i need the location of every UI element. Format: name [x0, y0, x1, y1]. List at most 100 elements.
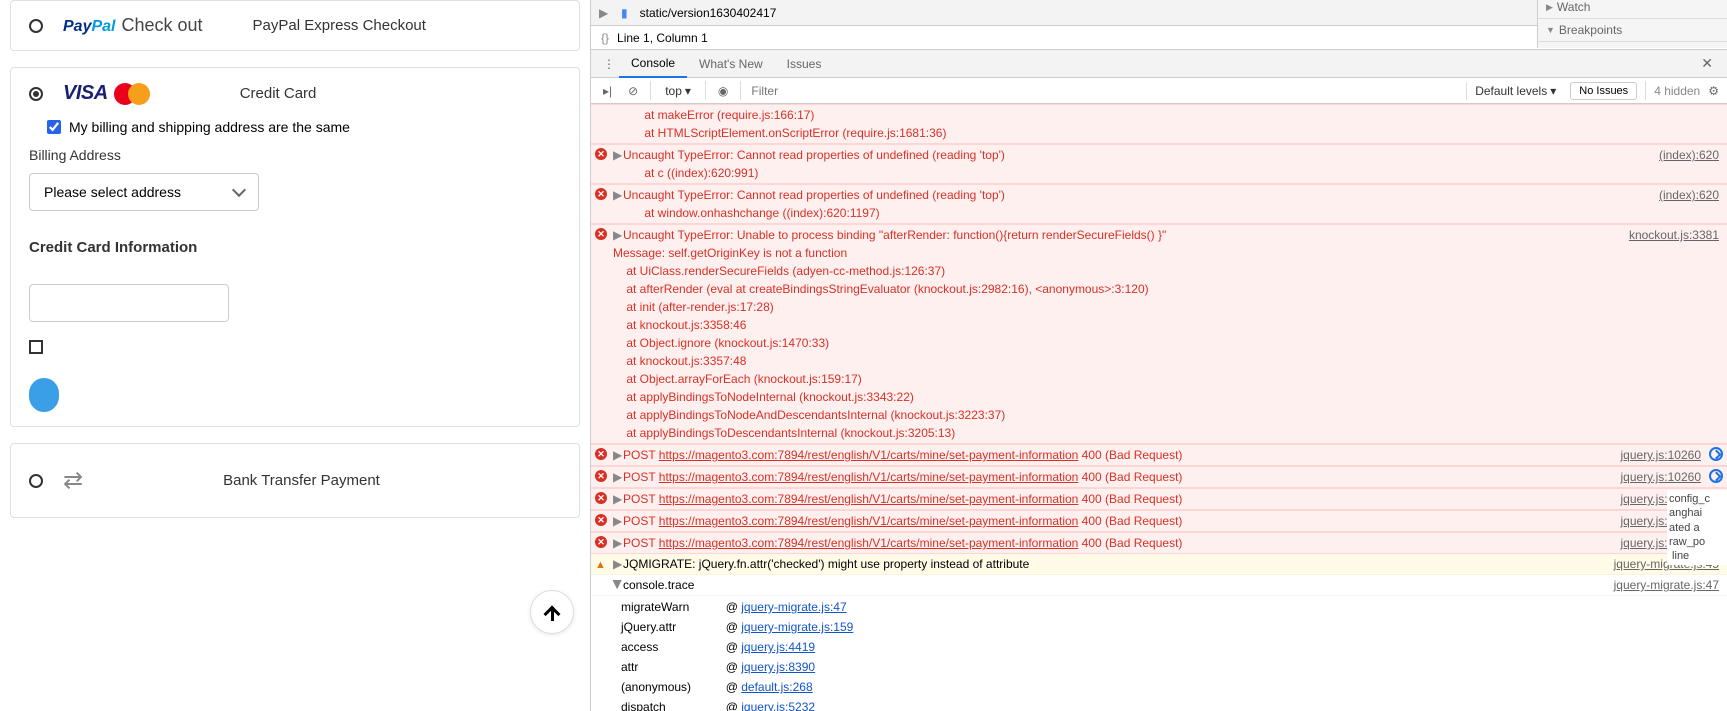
log-network-error: ✕▶POST https://magento3.com:7894/rest/en…: [591, 444, 1727, 466]
trace-link[interactable]: jquery-migrate.js:159: [741, 620, 853, 634]
radio-bank[interactable]: [29, 474, 43, 488]
same-address-checkbox[interactable]: [47, 120, 61, 134]
context-selector[interactable]: top ▾: [659, 82, 697, 100]
trace-link[interactable]: jquery-migrate.js:47: [741, 600, 846, 614]
tree-item-label[interactable]: static/version1630402417: [640, 6, 777, 20]
log-network-error: ✕▶POST https://magento3.com:7894/rest/en…: [591, 532, 1727, 554]
cc-input-field[interactable]: [29, 284, 229, 322]
live-expression-icon[interactable]: ◉: [714, 82, 732, 100]
log-error: ✕ ▶Uncaught TypeError: Cannot read prope…: [591, 144, 1727, 184]
log-network-error: ✕▶POST https://magento3.com:7894/rest/en…: [591, 488, 1727, 510]
code-peek: config_c anghai ated a raw_po line: [1667, 490, 1727, 565]
transfer-icon: ⇄: [63, 466, 83, 495]
source-link[interactable]: (index):620: [1647, 186, 1719, 222]
expand-icon[interactable]: ▶: [613, 490, 623, 508]
error-icon: ✕: [595, 228, 607, 240]
source-link[interactable]: jquery-migrate.js:47: [1602, 576, 1719, 594]
error-icon: ✕: [595, 470, 607, 482]
console-filter-input[interactable]: [749, 82, 1458, 100]
breakpoints-section[interactable]: ▼Breakpoints: [1538, 19, 1727, 42]
mastercard-logo: [114, 83, 150, 105]
expand-icon[interactable]: ▶: [613, 555, 623, 573]
radio-paypal[interactable]: [29, 19, 43, 33]
tree-expand-icon[interactable]: ▶: [599, 6, 609, 20]
expand-icon[interactable]: ▶: [613, 512, 623, 530]
folder-icon: ▮: [621, 6, 628, 20]
radio-creditcard[interactable]: [29, 87, 43, 101]
braces-icon[interactable]: {}: [601, 31, 609, 45]
payment-option-creditcard[interactable]: VISA Credit Card My billing and shipping…: [10, 67, 580, 427]
log-network-error: ✕▶POST https://magento3.com:7894/rest/en…: [591, 466, 1727, 488]
expand-icon[interactable]: ▶: [613, 226, 623, 244]
cc-info-title: Credit Card Information: [29, 239, 561, 256]
tab-console[interactable]: Console: [619, 50, 687, 78]
console-settings-icon[interactable]: ⚙: [1708, 84, 1719, 98]
devtools-panel: ▶ ▮ static/version1630402417 ▶Watch ▼Bre…: [590, 0, 1727, 711]
visa-logo: VISA: [63, 82, 108, 105]
error-icon: ✕: [595, 514, 607, 526]
log-levels-select[interactable]: Default levels ▾: [1466, 82, 1562, 100]
trace-table: migrateWarn@ jquery-migrate.js:47jQuery.…: [591, 596, 1727, 711]
tab-issues[interactable]: Issues: [775, 51, 834, 77]
xhr-icon[interactable]: [1709, 447, 1723, 461]
sources-tree-bar: ▶ ▮ static/version1630402417 ▶Watch ▼Bre…: [591, 0, 1727, 26]
chevron-down-icon: [232, 183, 246, 197]
tab-whatsnew[interactable]: What's New: [687, 51, 775, 77]
console-output[interactable]: at makeError (require.js:166:17) at HTML…: [591, 104, 1727, 711]
bank-label: Bank Transfer Payment: [223, 472, 380, 489]
billing-address-select[interactable]: Please select address: [29, 173, 259, 211]
paypal-label: PayPal Express Checkout: [253, 17, 426, 34]
cc-checkbox[interactable]: [29, 340, 43, 354]
payment-option-paypal[interactable]: PayPal Check out PayPal Express Checkout: [10, 0, 580, 51]
watch-section[interactable]: ▶Watch: [1538, 0, 1727, 19]
error-icon: ✕: [595, 536, 607, 548]
billing-address-label: Billing Address: [29, 147, 561, 163]
payment-option-bank[interactable]: ⇄ Bank Transfer Payment: [10, 443, 580, 518]
close-drawer-icon[interactable]: ✕: [1695, 55, 1719, 72]
cursor-position: Line 1, Column 1: [617, 31, 708, 45]
trace-fn: access: [615, 638, 718, 656]
trace-link[interactable]: jquery.js:5232: [741, 700, 815, 711]
clear-console-icon[interactable]: ⊘: [624, 82, 642, 100]
source-link[interactable]: knockout.js:3381: [1617, 226, 1719, 442]
error-icon: ✕: [595, 148, 607, 160]
drawer-menu-icon[interactable]: ⋮: [599, 55, 619, 73]
expand-icon[interactable]: ▶: [613, 186, 623, 204]
collapse-icon[interactable]: ▶: [609, 580, 627, 590]
log-trace: ▶console.trace jquery-migrate.js:47: [591, 575, 1727, 596]
checkout-panel: PayPal Check out PayPal Express Checkout…: [0, 0, 590, 711]
scroll-top-button[interactable]: [530, 590, 574, 634]
expand-icon[interactable]: ▶: [613, 534, 623, 552]
log-stack: at makeError (require.js:166:17) at HTML…: [591, 104, 1727, 144]
trace-fn: (anonymous): [615, 678, 718, 696]
error-icon: ✕: [595, 492, 607, 504]
trace-link[interactable]: jquery.js:4419: [741, 640, 815, 654]
drawer-tabs: ⋮ Console What's New Issues ✕: [591, 50, 1727, 78]
no-issues-pill[interactable]: No Issues: [1570, 82, 1637, 100]
trace-fn: attr: [615, 658, 718, 676]
error-icon: ✕: [595, 448, 607, 460]
xhr-icon[interactable]: [1709, 469, 1723, 483]
paypal-checkout-text: Check out: [121, 15, 202, 36]
expand-icon[interactable]: ▶: [613, 468, 623, 486]
debugger-sidebar: ▶Watch ▼Breakpoints: [1537, 0, 1727, 48]
warning-icon: ▲: [595, 557, 606, 574]
log-error: ✕ ▶Uncaught TypeError: Cannot read prope…: [591, 184, 1727, 224]
sidebar-toggle-icon[interactable]: ▸|: [599, 82, 616, 100]
trace-fn: dispatch: [615, 698, 718, 711]
submit-button[interactable]: [29, 378, 59, 412]
log-warning: ▲ ▶JQMIGRATE: jQuery.fn.attr('checked') …: [591, 554, 1727, 575]
creditcard-label: Credit Card: [240, 85, 317, 102]
expand-icon[interactable]: ▶: [613, 146, 623, 164]
trace-link[interactable]: jquery.js:8390: [741, 660, 815, 674]
same-address-label: My billing and shipping address are the …: [69, 119, 350, 135]
hidden-count[interactable]: 4 hidden: [1654, 84, 1700, 98]
error-icon: ✕: [595, 188, 607, 200]
source-link[interactable]: jquery.js:10260: [1609, 446, 1720, 464]
expand-icon[interactable]: ▶: [613, 446, 623, 464]
trace-fn: migrateWarn: [615, 598, 718, 616]
console-toolbar: ▸| ⊘ top ▾ ◉ Default levels ▾ No Issues …: [591, 78, 1727, 104]
trace-link[interactable]: default.js:268: [741, 680, 812, 694]
source-link[interactable]: jquery.js:10260: [1609, 468, 1720, 486]
source-link[interactable]: (index):620: [1647, 146, 1719, 182]
